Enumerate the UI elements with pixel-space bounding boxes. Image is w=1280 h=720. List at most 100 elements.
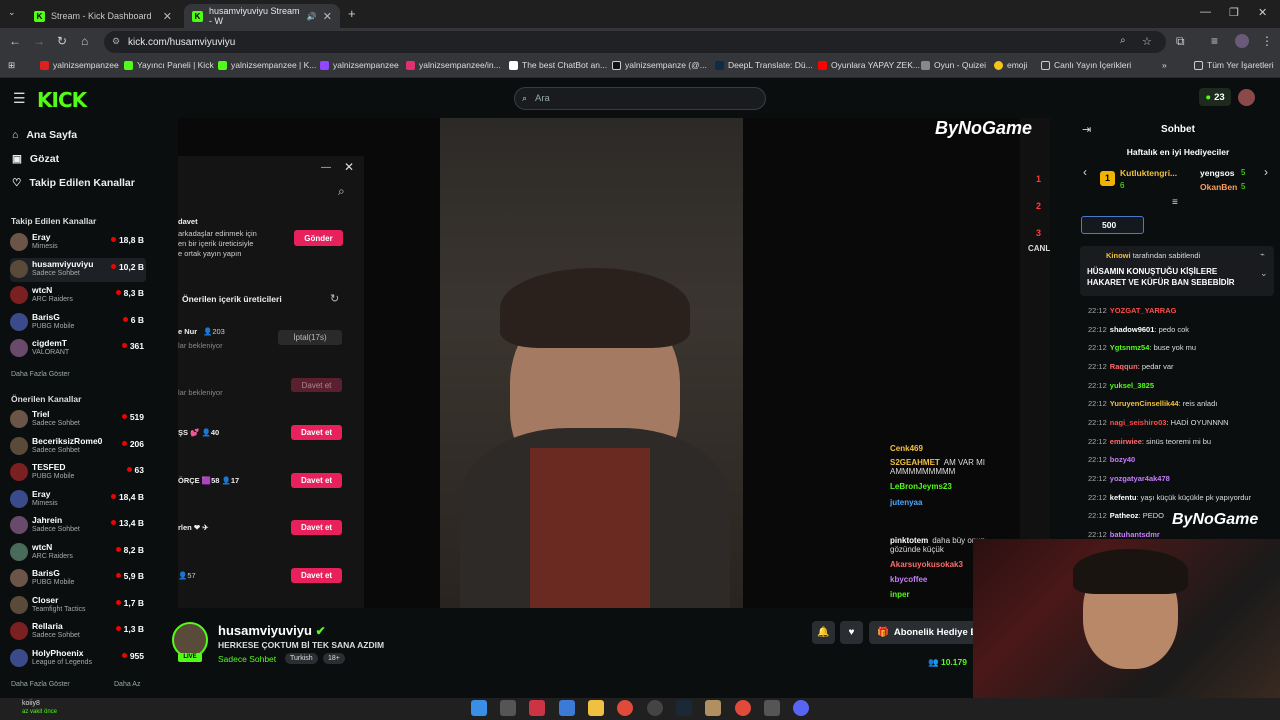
chat-message[interactable]: 22:12 yozgatyar4ak478 xyxy=(1088,474,1170,483)
nav-home[interactable]: ⌂ Ana Sayfa xyxy=(12,129,77,141)
chrome-icon[interactable] xyxy=(617,700,633,716)
bookmark-item[interactable]: yalnizsempanzee xyxy=(40,60,119,70)
chat-message[interactable]: 22:12 yuksel_3825 xyxy=(1088,381,1154,390)
cancel-invite-button[interactable]: İptal(17s) xyxy=(278,330,342,345)
window-close-icon[interactable]: ✕ xyxy=(1258,6,1267,19)
show-more-link[interactable]: Daha Fazla Göster xyxy=(11,371,70,378)
tab-menu-icon[interactable]: ⌄ xyxy=(8,7,16,18)
chat-message[interactable]: 22:12 Raqqun: pedar var xyxy=(1088,362,1174,371)
new-tab-icon[interactable]: + xyxy=(348,6,356,21)
hamburger-menu-icon[interactable]: ☰ xyxy=(13,90,26,107)
chat-message[interactable]: 22:12 emirwiee: sinüs teoremi mi bu xyxy=(1088,437,1211,446)
sidebar-channel[interactable]: husamviyuviyu Sadece Sohbet 10,2 B xyxy=(10,257,146,282)
chat-username[interactable]: YuruyenCinsellik44 xyxy=(1110,399,1179,408)
chat-message[interactable]: 22:12 YOZGAT_YARRAG xyxy=(1088,306,1176,315)
bookmark-item[interactable]: Oyun - Quizei xyxy=(921,60,986,70)
sidebar-channel[interactable]: BarisG PUBG Mobile 6 B xyxy=(10,311,146,335)
show-less-link[interactable]: Daha Az xyxy=(114,681,140,688)
kick-logo[interactable]: KICK xyxy=(37,88,87,112)
gift-subscription-button[interactable]: 🎁 Abonelik Hediye E xyxy=(869,621,979,644)
close-icon[interactable]: ✕ xyxy=(163,10,172,23)
all-bookmarks[interactable]: Tüm Yer İşaretleri xyxy=(1194,60,1274,70)
reload-icon[interactable]: ↻ xyxy=(57,34,67,48)
chat-username[interactable]: kefentu xyxy=(1110,493,1137,502)
user-avatar[interactable] xyxy=(1238,89,1255,106)
chat-message[interactable]: 22:12 nagi_seishiro03: HADİ OYUNNNN xyxy=(1088,418,1229,427)
more-bookmarks-icon[interactable]: » xyxy=(1162,60,1167,70)
minimize-icon[interactable]: — xyxy=(1200,6,1211,18)
app-icon[interactable] xyxy=(764,700,780,716)
taskview-icon[interactable] xyxy=(500,700,516,716)
invite-button[interactable]: Davet et xyxy=(291,568,342,583)
sidebar-channel[interactable]: BarisG PUBG Mobile 5,9 B xyxy=(10,567,146,591)
zoom-icon[interactable]: ⌕ xyxy=(1120,35,1126,46)
taskbar-user[interactable]: koiiy8 xyxy=(22,700,40,707)
sidebar-channel[interactable]: Jahrein Sadece Sohbet 13,4 B xyxy=(10,514,146,538)
sidebar-channel[interactable]: Triel Sadece Sohbet 519 xyxy=(10,408,146,432)
invite-button[interactable]: Davet et xyxy=(291,425,342,440)
send-button[interactable]: Gönder xyxy=(294,230,343,246)
follow-heart-icon[interactable]: ♥ xyxy=(840,621,863,644)
show-more-link[interactable]: Daha Fazla Göster xyxy=(11,681,70,688)
notification-bell-icon[interactable]: 🔔 xyxy=(812,621,835,644)
close-icon[interactable]: ✕ xyxy=(323,10,332,23)
chat-username[interactable]: Ygtsnmz54 xyxy=(1110,343,1150,352)
tab-stream[interactable]: K husamviyuviyu Stream - W 🔊 ✕ xyxy=(184,4,340,28)
bookmark-item[interactable]: Oyunlara YAPAY ZEK... xyxy=(818,60,920,70)
sidebar-channel[interactable]: Eray Mimesis 18,4 B xyxy=(10,488,146,512)
chat-username[interactable]: yuksel_3825 xyxy=(1110,381,1154,390)
start-icon[interactable] xyxy=(471,700,487,716)
chat-username[interactable]: Raqqun xyxy=(1110,362,1138,371)
menu-icon[interactable]: ⋮ xyxy=(1261,34,1273,48)
goal-badge[interactable]: 500 xyxy=(1081,216,1144,234)
sidebar-channel[interactable]: wtcN ARC Raiders 8,2 B xyxy=(10,541,146,565)
chat-message[interactable]: 22:12 batuhantsdmr xyxy=(1088,530,1160,539)
sidebar-channel[interactable]: HolyPhoenix League of Legends 955 xyxy=(10,647,146,671)
chat-message[interactable]: 22:12 bozy40 xyxy=(1088,455,1135,464)
invite-button[interactable]: Davet et xyxy=(291,520,342,535)
chat-message[interactable]: 22:12 shadow9601: pedo cok xyxy=(1088,325,1189,334)
points-badge[interactable]: ● 23 xyxy=(1199,88,1231,106)
tab-kick-dashboard[interactable]: K Stream - Kick Dashboard ✕ xyxy=(26,4,180,28)
chat-message[interactable]: 22:12 YuruyenCinsellik44: reis anladı xyxy=(1088,399,1217,408)
back-icon[interactable]: ← xyxy=(9,34,21,48)
next-arrow-icon[interactable]: › xyxy=(1264,165,1268,179)
file-explorer-icon[interactable] xyxy=(588,700,604,716)
speaker-icon[interactable]: 🔊 xyxy=(307,12,317,21)
minimize-icon[interactable]: — xyxy=(321,162,331,173)
forward-icon[interactable]: → xyxy=(33,34,45,48)
bookmark-item[interactable]: The best ChatBot an... xyxy=(509,60,607,70)
pinned-message[interactable]: Kinowi tarafından sabitlendi HÜSAMIN KON… xyxy=(1080,246,1274,296)
app-icon[interactable] xyxy=(705,700,721,716)
steam-icon[interactable] xyxy=(676,700,692,716)
invite-button[interactable]: Davet et xyxy=(291,473,342,488)
site-info-icon[interactable]: ⚙ xyxy=(112,36,120,47)
sidebar-channel[interactable]: TESFED PUBG Mobile 63 xyxy=(10,461,146,485)
streamer-name[interactable]: husamviyuviyu ✔ xyxy=(218,623,326,638)
chat-username[interactable]: bozy40 xyxy=(1110,455,1135,464)
app-icon[interactable] xyxy=(559,700,575,716)
search-input[interactable]: ⌕ Ara xyxy=(514,87,766,110)
media-icon[interactable]: ≡ xyxy=(1211,34,1218,48)
bookmark-item[interactable]: yalnizsempanzee xyxy=(320,60,399,70)
home-icon[interactable]: ⌂ xyxy=(81,34,88,48)
bookmark-item[interactable]: Yayıncı Paneli | Kick xyxy=(124,60,214,70)
nav-following[interactable]: ♡ Takip Edilen Kanallar xyxy=(12,177,135,189)
search-icon[interactable]: ⌕ xyxy=(338,184,345,199)
address-bar[interactable]: ⚙ kick.com/husamviyuviyu ⌕ ☆ xyxy=(104,31,1166,53)
bookmark-item[interactable]: yalnizsempanze (@... xyxy=(612,60,707,70)
sidebar-channel[interactable]: wtcN ARC Raiders 8,3 B xyxy=(10,284,146,308)
chat-username[interactable]: Patheoz xyxy=(1110,511,1139,520)
chat-username[interactable]: yozgatyar4ak478 xyxy=(1110,474,1170,483)
discord-icon[interactable] xyxy=(793,700,809,716)
bookmark-folder[interactable]: Canlı Yayın İçerikleri xyxy=(1041,60,1131,70)
close-icon[interactable]: ✕ xyxy=(344,160,354,174)
chat-message[interactable]: 22:12 Patheoz: PEDO xyxy=(1088,511,1164,520)
nav-browse[interactable]: ▣ Gözat xyxy=(12,153,59,165)
chat-username[interactable]: emirwiee xyxy=(1110,437,1142,446)
sidebar-channel[interactable]: BeceriksizRome0 Sadece Sohbet 206 xyxy=(10,435,146,459)
bookmark-item[interactable]: DeepL Translate: Dü... xyxy=(715,60,813,70)
chat-username[interactable]: batuhantsdmr xyxy=(1110,530,1160,539)
refresh-icon[interactable]: ↻ xyxy=(330,292,339,305)
prev-arrow-icon[interactable]: ‹ xyxy=(1083,165,1087,179)
